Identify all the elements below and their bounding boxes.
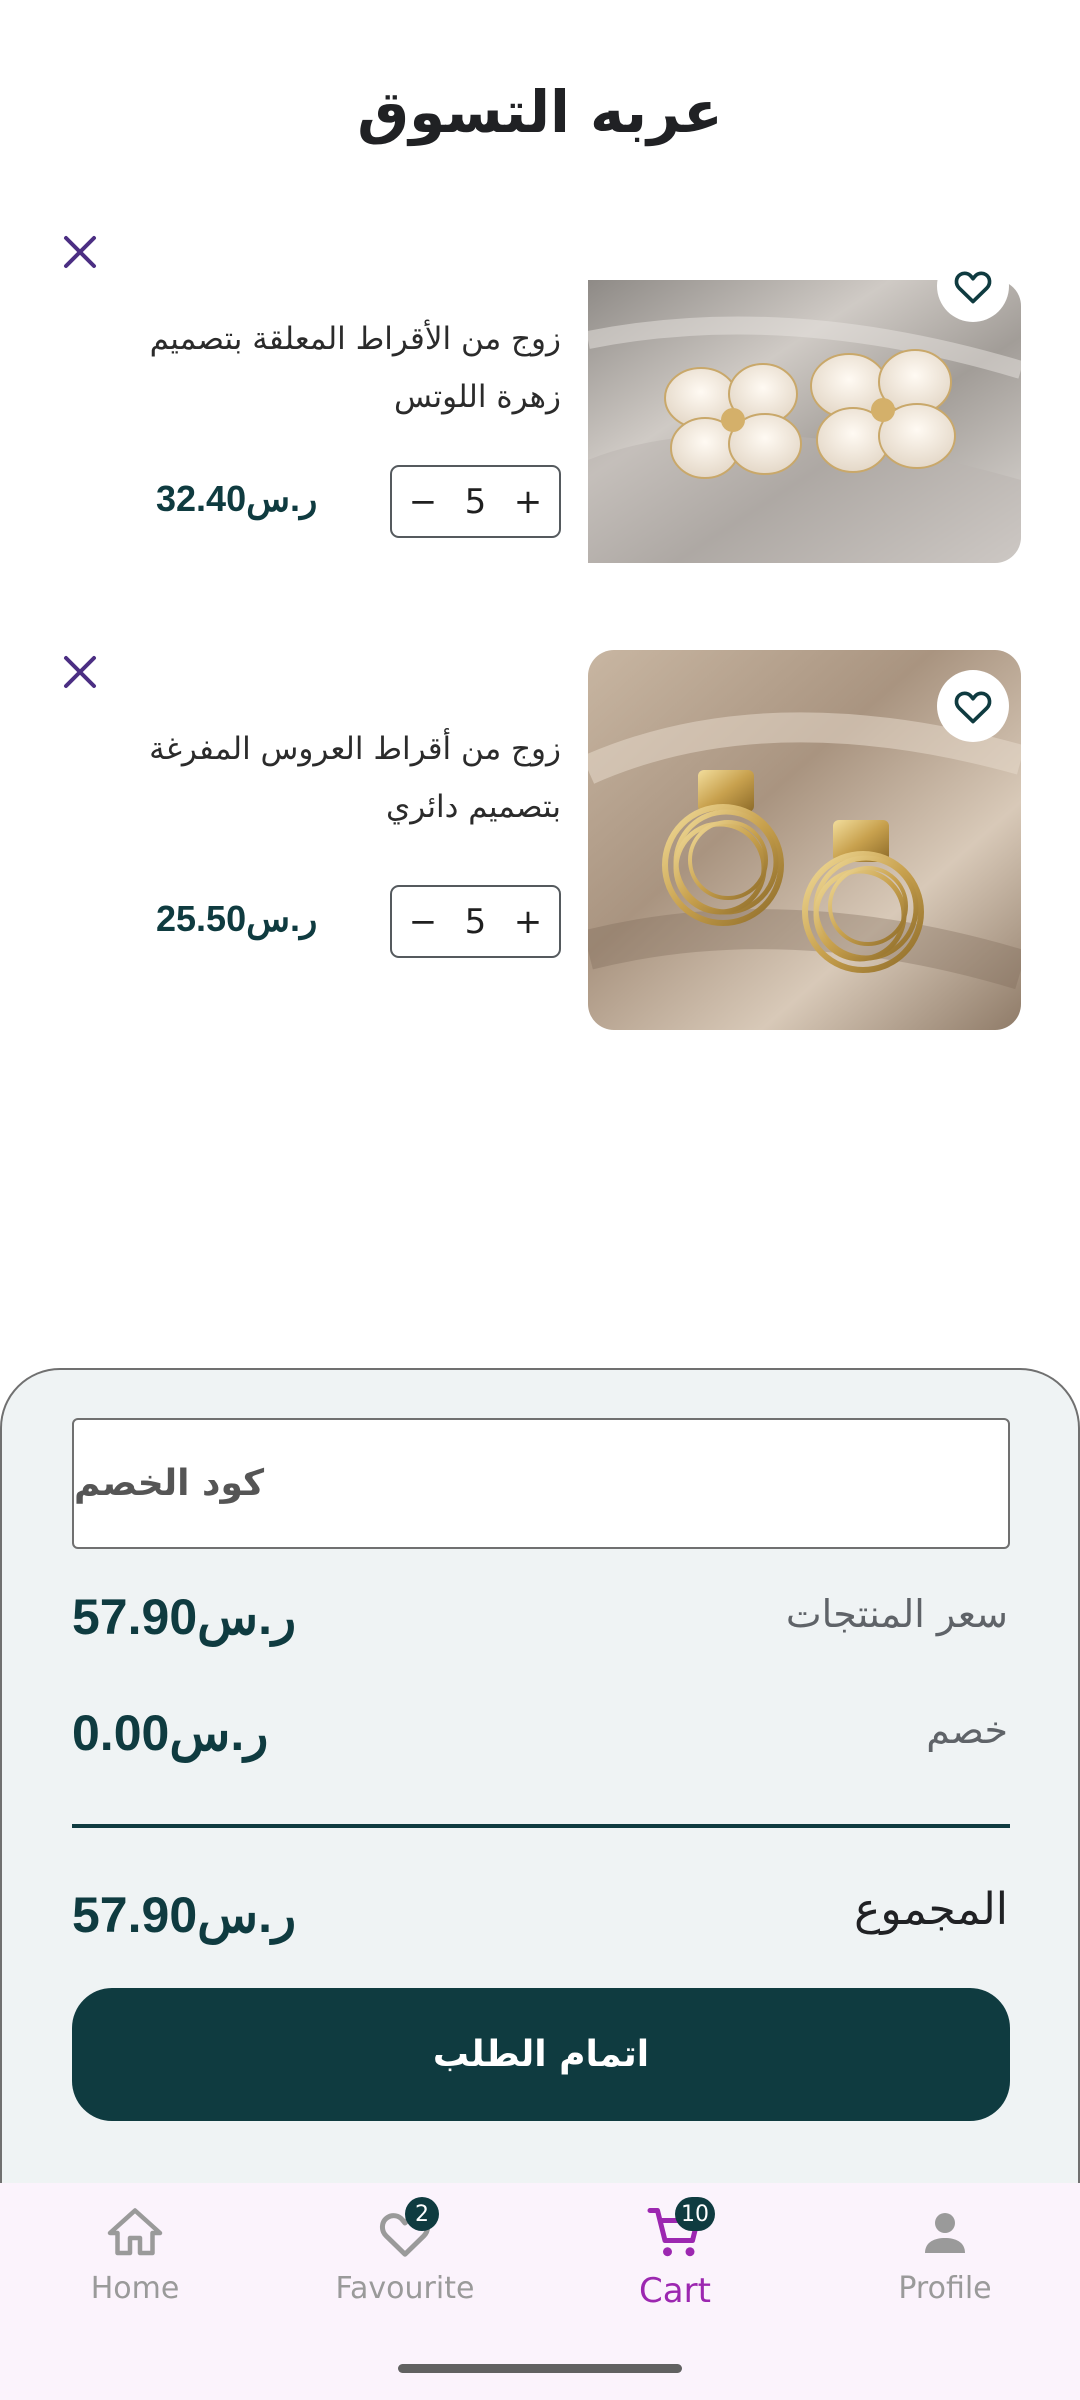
subtotal-value: 57.90ر.س (72, 1589, 297, 1645)
total-value: 57.90ر.س (72, 1887, 297, 1943)
favourite-toggle-button[interactable] (937, 670, 1009, 742)
remove-item-button[interactable] (58, 230, 102, 274)
discount-label: خصم (926, 1708, 1008, 1752)
nav-item-cart[interactable]: 10 Cart (575, 2197, 775, 2333)
cart-item-card: زوج من الأقراط المعلقة بتصميم زهرة اللوت… (58, 230, 1021, 613)
nav-label-profile: Profile (898, 2271, 992, 2306)
home-indicator-bar[interactable] (398, 2364, 682, 2373)
order-summary-panel: كود الخصم سعر المنتجات 57.90ر.س خصم 0.00… (0, 1368, 1080, 2183)
quantity-stepper: − 5 + (390, 885, 561, 958)
subtotal-label: سعر المنتجات (785, 1592, 1008, 1636)
nav-label-cart: Cart (639, 2271, 711, 2311)
cart-screen: عربه التسوق زوج من الأقراط المعلقة بتصمي… (0, 0, 1080, 2400)
product-name: زوج من أقراط العروس المفرغة بتصميم دائري (149, 731, 561, 825)
heart-icon: 2 (375, 2197, 439, 2263)
increase-quantity-button[interactable]: + (513, 482, 543, 522)
product-price: 32.40ر.س (156, 478, 318, 519)
nav-label-home: Home (90, 2271, 180, 2306)
heart-outline-icon (954, 691, 992, 724)
heart-outline-icon (954, 271, 992, 304)
cart-item-card: زوج من أقراط العروس المفرغة بتصميم دائري… (58, 650, 1021, 1033)
favourite-toggle-button[interactable] (937, 250, 1009, 322)
divider (72, 1824, 1010, 1828)
person-icon (915, 2203, 975, 2263)
home-icon (105, 2203, 165, 2263)
nav-item-favourite[interactable]: 2 Favourite (305, 2197, 505, 2333)
decrease-quantity-button[interactable]: − (408, 482, 438, 522)
cart-icon: 10 (645, 2197, 715, 2263)
favourite-count-badge: 2 (405, 2197, 439, 2231)
nav-label-favourite: Favourite (335, 2271, 475, 2306)
product-image[interactable] (588, 280, 1021, 563)
discount-code-input[interactable]: كود الخصم (72, 1418, 1010, 1549)
close-icon (64, 656, 96, 688)
remove-item-button[interactable] (58, 650, 102, 694)
discount-value: 0.00ر.س (72, 1705, 269, 1761)
quantity-value: 5 (464, 481, 487, 522)
total-label: المجموع (854, 1884, 1008, 1935)
close-icon (64, 236, 96, 268)
decrease-quantity-button[interactable]: − (408, 902, 438, 942)
checkout-button[interactable]: اتمام الطلب (72, 1988, 1010, 2121)
page-title: عربه التسوق (357, 78, 723, 146)
product-name: زوج من الأقراط المعلقة بتصميم زهرة اللوت… (149, 321, 561, 415)
nav-item-profile[interactable]: Profile (845, 2203, 1045, 2333)
cart-count-badge: 10 (675, 2197, 715, 2231)
quantity-value: 5 (464, 901, 487, 942)
quantity-stepper: − 5 + (390, 465, 561, 538)
increase-quantity-button[interactable]: + (513, 902, 543, 942)
product-price: 25.50ر.س (156, 898, 318, 939)
nav-item-home[interactable]: Home (35, 2203, 235, 2333)
